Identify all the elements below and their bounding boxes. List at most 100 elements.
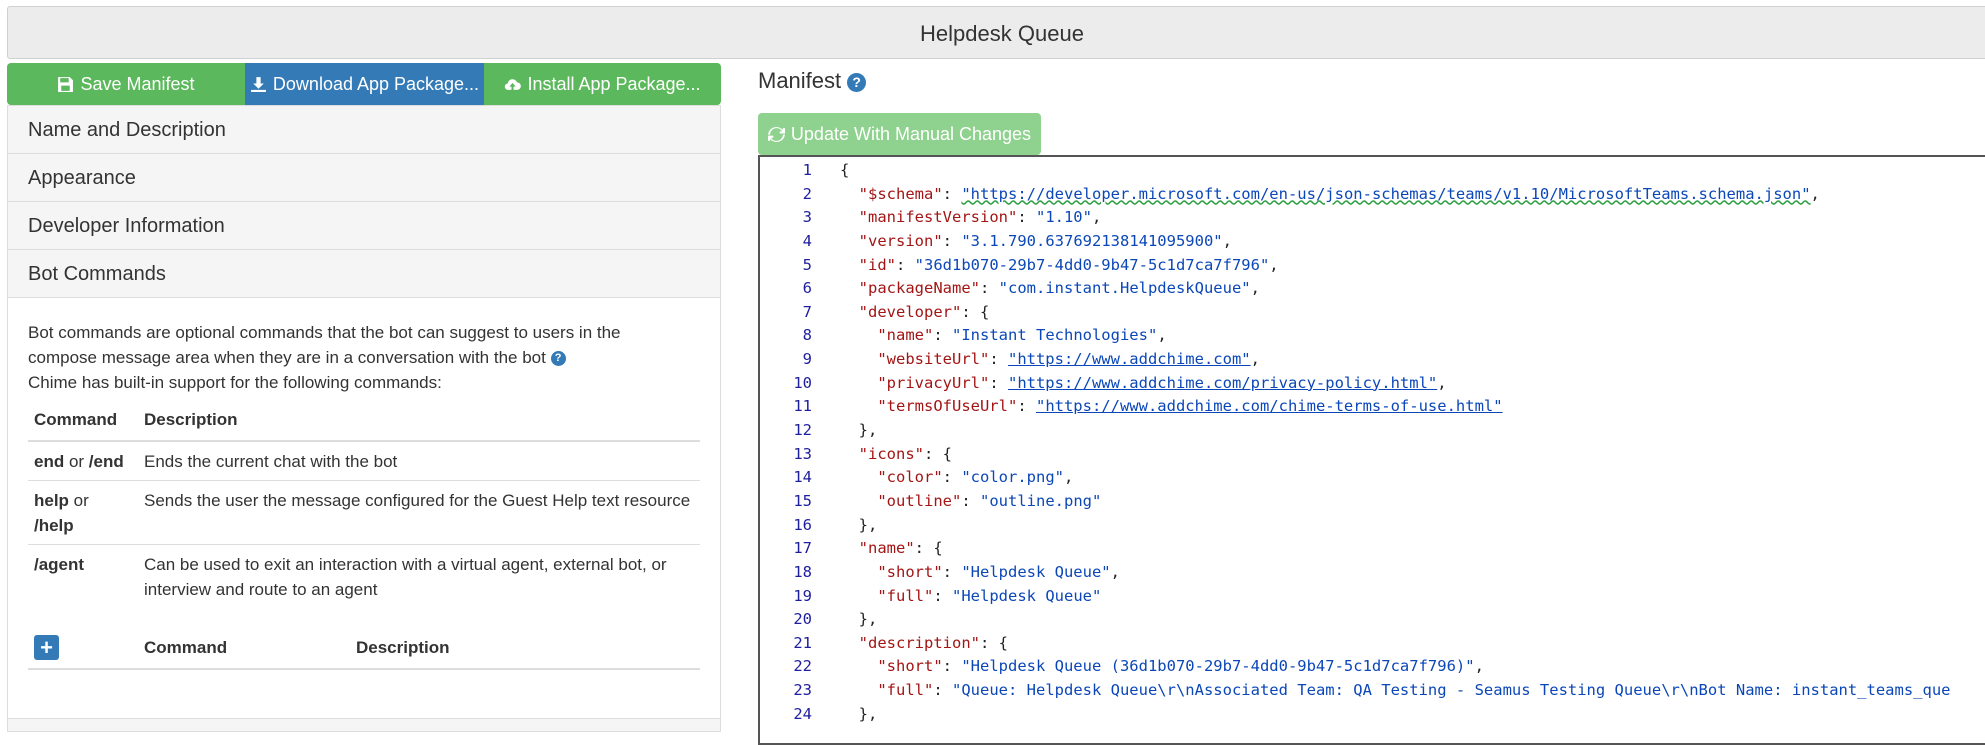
line-number: 14 — [793, 468, 812, 487]
manifest-code-editor[interactable]: 1{ 2 "$schema": "https://developer.micro… — [758, 155, 1985, 745]
download-app-package-button[interactable]: Download App Package... — [245, 63, 484, 105]
add-command-button[interactable]: + — [34, 634, 59, 660]
code-line: 13 "icons": { — [760, 443, 1985, 467]
command-or: or — [68, 491, 89, 510]
code-text: "color": "color.png", — [877, 468, 1074, 487]
download-app-package-label: Download App Package... — [272, 73, 480, 94]
code-text: "icons": { — [858, 444, 952, 463]
line-number: 13 — [793, 444, 812, 463]
line-number: 12 — [793, 421, 812, 440]
code-line: 7 "developer": { — [760, 301, 1985, 325]
bot-commands-builtin-note: Chime has built-in support for the follo… — [28, 373, 442, 392]
code-line: 3 "manifestVersion": "1.10", — [760, 206, 1985, 230]
command-or: or — [64, 452, 89, 471]
line-number: 24 — [793, 704, 812, 723]
code-text: }, — [840, 515, 878, 534]
description-cell: Can be used to exit an interaction with … — [138, 544, 700, 608]
line-number: 10 — [793, 373, 812, 392]
custom-commands-header: + Command Description — [28, 626, 700, 670]
update-with-manual-changes-button[interactable]: Update With Manual Changes — [758, 113, 1041, 155]
section-appearance[interactable]: Appearance — [7, 154, 721, 202]
code-text: "short": "Helpdesk Queue (36d1b070-29b7-… — [877, 657, 1484, 676]
code-text: }, — [840, 421, 878, 440]
section-name-and-description[interactable]: Name and Description — [7, 105, 721, 154]
command-name: end — [34, 452, 65, 471]
description-cell: Sends the user the message configured fo… — [138, 480, 700, 545]
line-number: 6 — [802, 279, 812, 298]
column-header-description: Description — [138, 401, 700, 442]
code-line: 2 "$schema": "https://developer.microsof… — [760, 183, 1985, 207]
install-app-package-button[interactable]: Install App Package... — [484, 63, 721, 105]
command-name: /agent — [34, 555, 85, 574]
left-panel: Save Manifest Download App Package... In… — [7, 63, 721, 732]
code-line: 1{ — [760, 159, 1985, 183]
line-number: 15 — [793, 491, 812, 510]
code-line: 20 }, — [760, 608, 1985, 632]
line-number: 9 — [802, 350, 812, 369]
line-number: 11 — [793, 397, 812, 416]
bot-commands-body: Bot commands are optional commands that … — [7, 298, 721, 719]
code-line: 6 "packageName": "com.instant.HelpdeskQu… — [760, 277, 1985, 301]
bot-commands-intro-text: compose message area when they are in a … — [28, 348, 546, 367]
line-number: 3 — [802, 208, 812, 227]
code-text: "packageName": "com.instant.HelpdeskQueu… — [858, 279, 1260, 298]
code-text: "outline": "outline.png" — [877, 491, 1102, 510]
code-line: 19 "full": "Helpdesk Queue" — [760, 585, 1985, 609]
code-line: 23 "full": "Queue: Helpdesk Queue\r\nAss… — [760, 679, 1985, 703]
code-line: 21 "description": { — [760, 632, 1985, 656]
line-number: 7 — [802, 302, 812, 321]
code-text: "$schema": "https://developer.microsoft.… — [858, 184, 1820, 203]
section-label: Name and Description — [28, 119, 226, 141]
command-name: help — [34, 491, 69, 510]
code-line: 22 "short": "Helpdesk Queue (36d1b070-29… — [760, 655, 1985, 679]
line-number: 22 — [793, 657, 812, 676]
code-line: 18 "short": "Helpdesk Queue", — [760, 561, 1985, 585]
code-line: 4 "version": "3.1.790.637692138141095900… — [760, 230, 1985, 254]
download-icon — [250, 76, 266, 92]
code-line: 12 }, — [760, 419, 1985, 443]
table-row: help or /help Sends the user the message… — [28, 480, 700, 545]
action-toolbar: Save Manifest Download App Package... In… — [7, 63, 721, 105]
line-number: 18 — [793, 562, 812, 581]
line-number: 16 — [793, 515, 812, 534]
column-header-command: Command — [28, 401, 138, 442]
command-cell: /agent — [28, 544, 138, 608]
section-developer-information[interactable]: Developer Information — [7, 202, 721, 250]
command-alias: /help — [34, 516, 74, 535]
help-icon[interactable]: ? — [550, 351, 566, 367]
code-line: 8 "name": "Instant Technologies", — [760, 324, 1985, 348]
table-row: /agent Can be used to exit an interactio… — [28, 544, 700, 608]
code-text: { — [840, 161, 850, 179]
line-number: 20 — [793, 610, 812, 629]
code-line: 24 }, — [760, 703, 1985, 727]
line-number: 19 — [793, 586, 812, 605]
floppy-disk-icon — [58, 76, 74, 92]
section-bot-commands[interactable]: Bot Commands — [7, 250, 721, 298]
app-header: Helpdesk Queue — [7, 6, 1985, 59]
code-text: }, — [840, 704, 878, 723]
command-cell: help or /help — [28, 480, 138, 545]
save-manifest-label: Save Manifest — [80, 73, 195, 94]
custom-column-header-command: Command — [144, 637, 228, 657]
code-text: "short": "Helpdesk Queue", — [877, 562, 1120, 581]
code-text: }, — [840, 610, 878, 629]
save-manifest-button[interactable]: Save Manifest — [7, 63, 245, 105]
page-title: Helpdesk Queue — [920, 21, 1084, 46]
command-alias: /end — [88, 452, 124, 471]
code-line: 16 }, — [760, 514, 1985, 538]
line-number: 23 — [793, 681, 812, 700]
custom-column-header-description: Description — [356, 637, 450, 657]
manifest-heading: Manifest? — [758, 63, 1985, 99]
help-icon[interactable]: ? — [847, 72, 867, 92]
line-number: 8 — [802, 326, 812, 345]
manifest-panel: Manifest? Update With Manual Changes 1{ … — [758, 63, 1985, 745]
code-line: 14 "color": "color.png", — [760, 466, 1985, 490]
section-label: Appearance — [28, 167, 136, 189]
next-section-edge — [7, 719, 721, 732]
line-number: 17 — [793, 539, 812, 558]
refresh-icon — [767, 126, 785, 142]
line-number: 5 — [802, 255, 812, 274]
table-row: end or /end Ends the current chat with t… — [28, 440, 700, 481]
code-text: "developer": { — [858, 302, 990, 321]
code-line: 10 "privacyUrl": "https://www.addchime.c… — [760, 372, 1985, 396]
